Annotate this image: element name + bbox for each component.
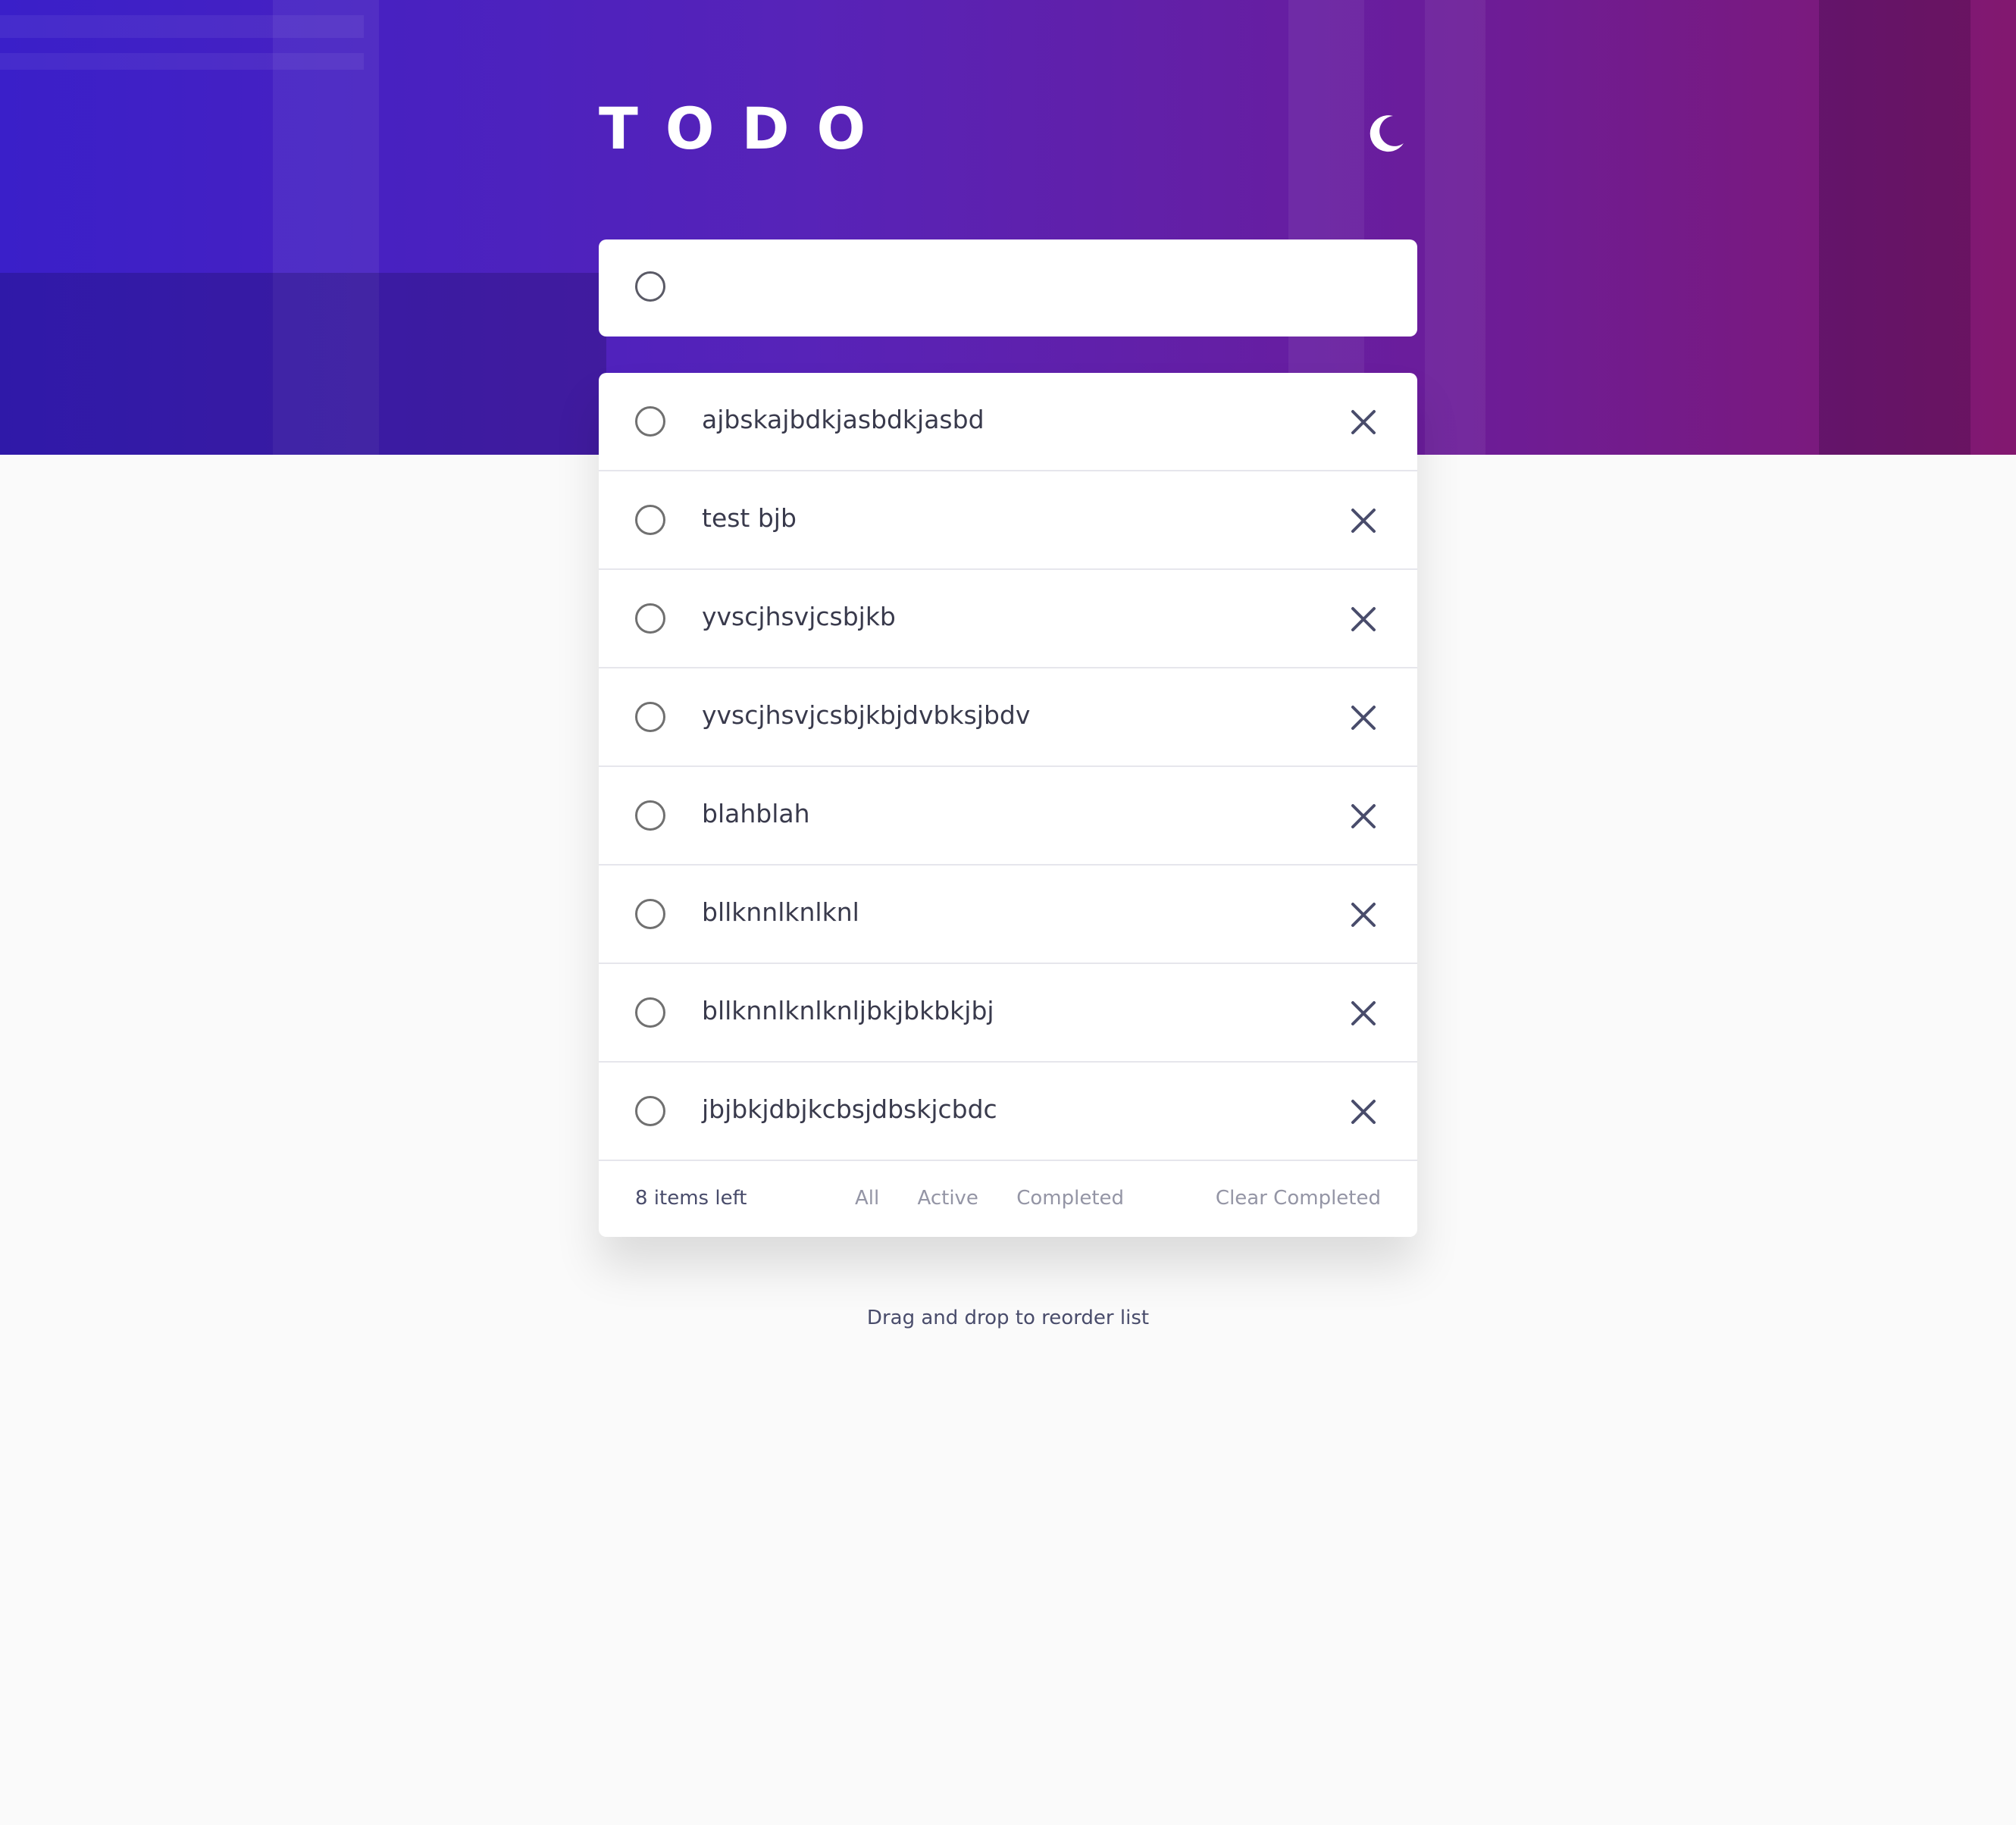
todo-text: blahblah [702,799,810,828]
todo-footer: 8 items left All Active Completed Clear … [599,1161,1417,1237]
todo-item[interactable]: yvscjhsvjcsbjkb [599,570,1417,668]
delete-todo-button[interactable] [1349,900,1378,929]
close-icon [1351,1001,1376,1025]
close-icon [1351,410,1376,434]
todo-text: yvscjhsvjcsbjkbjdvbksjbdv [702,700,1031,730]
todo-item[interactable]: bllknnlknlknljbkjbkbkjbj [599,964,1417,1063]
todo-item[interactable]: blahblah [599,767,1417,866]
hero-decoration [0,273,606,455]
delete-todo-button[interactable] [1349,605,1378,634]
todo-item[interactable]: ajbskajbdkjasbdkjasbd [599,373,1417,471]
todo-checkbox[interactable] [635,1096,665,1126]
todo-item[interactable]: jbjbkjdbjkcbsjdbskjcbdc [599,1063,1417,1161]
todo-list: ajbskajbdkjasbdkjasbd test bjb yvscjhsvjcs… [599,373,1417,1161]
items-left-count: 8 items left [635,1187,747,1210]
todo-item[interactable]: bllknnlknlknl [599,866,1417,964]
hero-decoration [1819,0,1971,455]
hero-decoration [1425,0,1485,455]
todo-item[interactable]: test bjb [599,471,1417,570]
close-icon [1351,607,1376,631]
theme-toggle-button[interactable] [1366,111,1408,154]
todo-checkbox[interactable] [635,702,665,732]
new-todo-field [599,239,1417,337]
close-icon [1351,1100,1376,1124]
todo-text: ajbskajbdkjasbdkjasbd [702,405,985,434]
app-header: TODO [599,95,1417,178]
filter-group: All Active Completed [855,1187,1156,1210]
todo-text: bllknnlknlknl [702,897,859,927]
new-todo-input[interactable] [697,258,1382,320]
new-todo-circle-icon [635,271,665,302]
todo-checkbox[interactable] [635,603,665,634]
filter-all-button[interactable]: All [855,1187,879,1210]
todo-checkbox[interactable] [635,505,665,535]
delete-todo-button[interactable] [1349,506,1378,535]
hero-decoration [0,15,364,38]
todo-item[interactable]: yvscjhsvjcsbjkbjdvbksjbdv [599,668,1417,767]
todo-text: bllknnlknlknljbkjbkbkjbj [702,996,994,1025]
close-icon [1351,903,1376,927]
todo-text: test bjb [702,503,797,533]
todo-checkbox[interactable] [635,800,665,831]
todo-list-card: ajbskajbdkjasbdkjasbd test bjb yvscjhsvjcs… [599,373,1417,1237]
delete-todo-button[interactable] [1349,408,1378,437]
hero-decoration [0,53,364,70]
todo-checkbox[interactable] [635,899,665,929]
todo-text: yvscjhsvjcsbjkb [702,602,896,631]
close-icon [1351,509,1376,533]
filter-completed-button[interactable]: Completed [1016,1187,1124,1210]
filter-active-button[interactable]: Active [918,1187,978,1210]
app-title: TODO [599,95,894,162]
todo-text: jbjbkjdbjkcbsjdbskjcbdc [702,1094,997,1124]
todo-checkbox[interactable] [635,406,665,437]
todo-checkbox[interactable] [635,997,665,1028]
reorder-hint: Drag and drop to reorder list [866,1307,1150,1329]
delete-todo-button[interactable] [1349,999,1378,1028]
close-icon [1351,706,1376,730]
clear-completed-button[interactable]: Clear Completed [1216,1187,1381,1210]
moon-icon [1370,115,1404,152]
delete-todo-button[interactable] [1349,1097,1378,1126]
delete-todo-button[interactable] [1349,703,1378,732]
close-icon [1351,804,1376,828]
delete-todo-button[interactable] [1349,802,1378,831]
